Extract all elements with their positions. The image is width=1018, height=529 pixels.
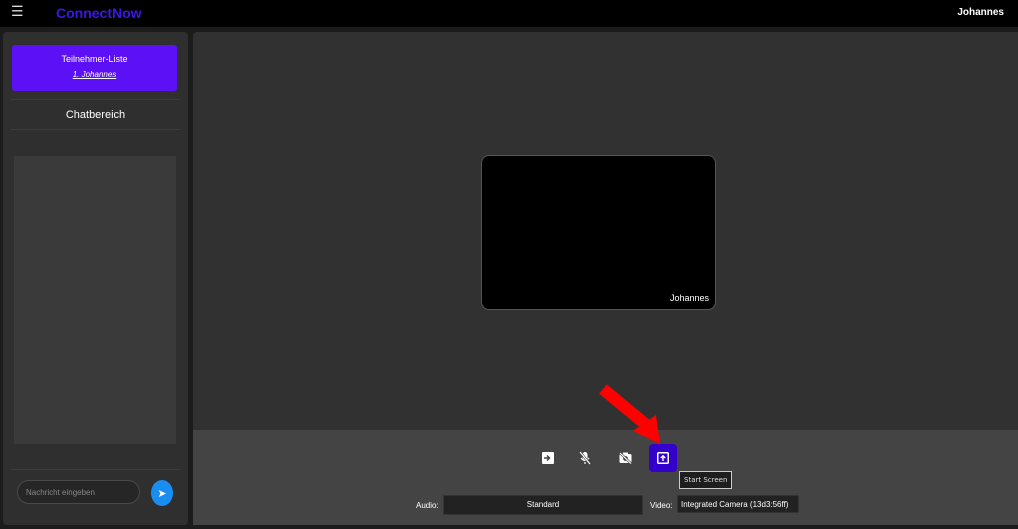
mic-off-icon xyxy=(579,451,591,465)
divider xyxy=(11,99,180,100)
audio-label: Audio: xyxy=(416,501,439,510)
video-select[interactable]: Integrated Camera (13d3:56ff) xyxy=(677,495,799,513)
app-brand: ConnectNow xyxy=(56,5,142,21)
chat-messages-area xyxy=(14,156,176,444)
chat-title: Chatbereich xyxy=(65,109,126,121)
top-bar: ☰ ConnectNow Johannes xyxy=(0,0,1018,27)
sidebar: Teilnehmer-Liste 1. Johannes Chatbereich… xyxy=(3,32,188,525)
screen-share-button[interactable] xyxy=(649,444,677,472)
username: Johannes xyxy=(957,7,1004,18)
screen-share-icon xyxy=(657,452,669,464)
main-stage: Johannes Start Screen Audio: Standard Vi… xyxy=(193,32,1018,525)
audio-select[interactable]: Standard xyxy=(443,495,643,515)
send-icon: ➤ xyxy=(157,487,167,500)
tooltip: Start Screen xyxy=(679,471,733,489)
participant-item[interactable]: 1. Johannes xyxy=(12,70,177,79)
message-input[interactable] xyxy=(17,480,140,504)
video-label: Video: xyxy=(650,501,673,510)
camera-off-icon xyxy=(618,452,632,464)
participant-list: Teilnehmer-Liste 1. Johannes xyxy=(12,45,177,91)
divider xyxy=(11,469,180,470)
menu-icon[interactable]: ☰ xyxy=(11,4,24,18)
video-tile: Johannes xyxy=(481,155,716,310)
participant-list-title: Teilnehmer-Liste xyxy=(61,54,128,64)
leave-button[interactable] xyxy=(534,444,562,472)
send-button[interactable]: ➤ xyxy=(151,480,173,506)
camera-button[interactable] xyxy=(611,444,639,472)
mute-button[interactable] xyxy=(571,444,599,472)
video-tile-name: Johannes xyxy=(669,293,709,303)
divider xyxy=(11,129,180,130)
controls-bar: Start Screen Audio: Standard Video: Inte… xyxy=(193,430,1018,525)
leave-icon xyxy=(542,452,554,464)
